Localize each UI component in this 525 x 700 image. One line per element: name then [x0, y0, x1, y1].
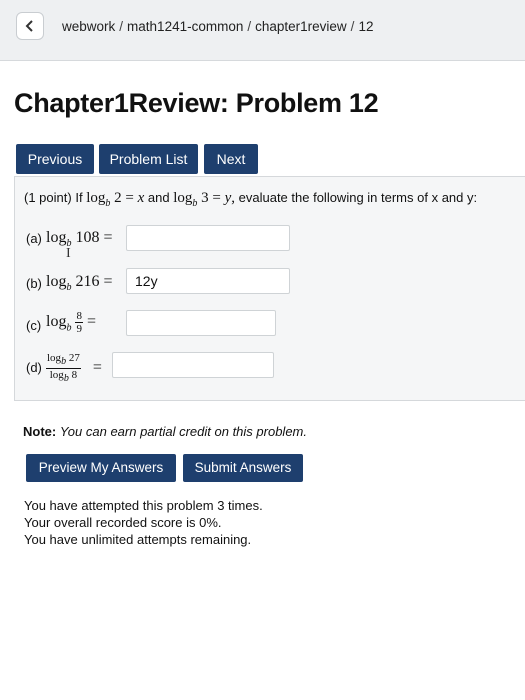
answer-input-c[interactable]	[126, 310, 276, 336]
given-equation-1: logb 2 = x	[86, 190, 145, 209]
previous-button[interactable]: Previous	[16, 144, 94, 174]
partial-credit-note: Note: You can earn partial credit on thi…	[23, 424, 307, 439]
breadcrumb-separator: /	[350, 19, 355, 34]
breadcrumb-separator: /	[119, 19, 124, 34]
remaining-attempts-text: You have unlimited attempts remaining.	[24, 532, 252, 547]
breadcrumb-current: 12	[358, 19, 374, 34]
attempts-text: You have attempted this problem 3 times.	[24, 498, 263, 513]
if-text: If	[75, 190, 83, 205]
part-c-expression: logb 89 =	[46, 310, 96, 335]
problem-statement: (1 point) If logb 2 = x and logb 3 = y, …	[24, 190, 477, 209]
problem-list-button[interactable]: Problem List	[99, 144, 198, 174]
answer-input-b[interactable]: 12y	[126, 268, 290, 294]
instruction-text: evaluate the following in terms of x and…	[238, 190, 478, 205]
part-b-label: (b)	[26, 276, 42, 291]
attempt-status: You have attempted this problem 3 times.…	[24, 497, 263, 548]
top-bar: webwork / math1241-common / chapter1review/1…	[0, 0, 525, 61]
text-cursor-icon: I	[66, 246, 71, 261]
answer-input-d[interactable]	[112, 352, 274, 378]
page-title: Chapter1Review: Problem 12	[14, 88, 379, 118]
and-text: and	[147, 190, 170, 205]
breadcrumb-separator: /	[247, 19, 252, 34]
given-equation-2: logb 3 = y,	[173, 190, 236, 209]
preview-answers-button[interactable]: Preview My Answers	[26, 454, 176, 482]
part-d-expression: logb 27 logb 8 =	[46, 352, 102, 385]
submit-answers-button[interactable]: Submit Answers	[183, 454, 303, 482]
breadcrumb: webwork / math1241-common / chapter1review/1…	[62, 19, 373, 34]
breadcrumb-link-course[interactable]: math1241-common	[127, 19, 243, 34]
answer-input-a[interactable]	[126, 225, 290, 251]
part-c-label: (c)	[26, 318, 42, 333]
breadcrumb-link-webwork[interactable]: webwork	[62, 19, 115, 34]
chevron-left-icon	[25, 20, 33, 32]
next-button[interactable]: Next	[204, 144, 258, 174]
breadcrumb-link-set[interactable]: chapter1review	[255, 19, 347, 34]
points-label: (1 point)	[24, 190, 72, 205]
part-a-expression: logb 108 =	[46, 229, 113, 250]
part-a-label: (a)	[26, 231, 42, 246]
score-text: Your overall recorded score is 0%.	[24, 515, 222, 530]
part-d-label: (d)	[26, 360, 42, 375]
back-button[interactable]	[16, 12, 44, 40]
part-b-expression: logb 216 =	[46, 273, 113, 294]
